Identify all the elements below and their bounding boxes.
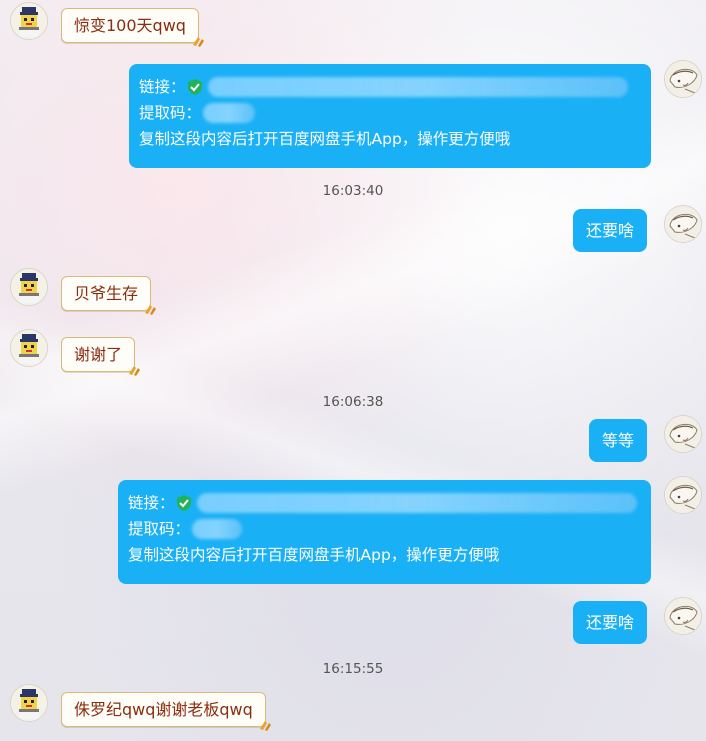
contact-avatar[interactable]	[10, 329, 48, 367]
message-bubble-incoming[interactable]: 惊变100天qwq	[61, 8, 204, 47]
message-text: 惊变100天qwq	[74, 16, 186, 35]
message-bubble-incoming[interactable]: 侏罗纪qwq谢谢老板qwq	[61, 692, 271, 731]
redacted-link	[207, 77, 628, 97]
paw-decoration-icon	[129, 366, 141, 376]
contact-avatar[interactable]	[10, 2, 48, 40]
code-label: 提取码：	[139, 103, 202, 122]
message-bubble-outgoing-share[interactable]: 链接： 提取码： 复制这段内容后打开百度网盘手机App，操作更方便哦	[118, 480, 651, 584]
sketch-character-avatar-icon	[665, 477, 701, 513]
share-hint-row: 复制这段内容后打开百度网盘手机App，操作更方便哦	[139, 126, 641, 152]
self-avatar[interactable]	[664, 205, 702, 243]
share-code-row: 提取码：	[139, 100, 641, 126]
message-text: 谢谢了	[74, 345, 123, 364]
link-label: 链接：	[139, 77, 186, 96]
pixel-character-avatar-icon	[11, 685, 47, 721]
sketch-character-avatar-icon	[665, 61, 701, 97]
paw-decoration-icon	[259, 721, 271, 731]
self-avatar[interactable]	[664, 60, 702, 98]
pixel-character-avatar-icon	[11, 269, 47, 305]
pixel-character-avatar-icon	[11, 3, 47, 39]
share-hint: 复制这段内容后打开百度网盘手机App，操作更方便哦	[128, 545, 500, 564]
message-text: 等等	[602, 431, 635, 450]
link-label: 链接：	[128, 493, 175, 512]
message-text: 贝爷生存	[74, 284, 139, 303]
paw-decoration-icon	[145, 305, 157, 315]
redacted-code	[192, 519, 243, 539]
code-label: 提取码：	[128, 519, 191, 538]
timestamp: 16:03:40	[322, 183, 384, 199]
redacted-code	[203, 103, 256, 123]
message-bubble-incoming[interactable]: 贝爷生存	[61, 276, 157, 315]
share-code-row: 提取码：	[128, 516, 641, 542]
check-shield-icon	[187, 79, 202, 95]
timestamp: 16:15:55	[322, 661, 384, 677]
self-avatar[interactable]	[664, 597, 702, 635]
message-text: 还要啥	[586, 221, 635, 240]
sketch-character-avatar-icon	[665, 416, 701, 452]
message-bubble-incoming[interactable]: 谢谢了	[61, 337, 141, 376]
self-avatar[interactable]	[664, 476, 702, 514]
message-text: 还要啥	[586, 613, 635, 632]
share-hint: 复制这段内容后打开百度网盘手机App，操作更方便哦	[139, 129, 511, 148]
message-bubble-outgoing[interactable]: 还要啥	[573, 601, 648, 644]
message-bubble-outgoing[interactable]: 等等	[589, 419, 648, 462]
check-shield-icon	[176, 495, 191, 511]
paw-decoration-icon	[192, 37, 204, 47]
sketch-character-avatar-icon	[665, 598, 701, 634]
self-avatar[interactable]	[664, 415, 702, 453]
share-link-row: 链接：	[139, 74, 641, 100]
message-bubble-outgoing[interactable]: 还要啥	[573, 209, 648, 252]
redacted-link	[196, 493, 637, 513]
timestamp: 16:06:38	[322, 394, 384, 410]
message-text: 侏罗纪qwq谢谢老板qwq	[74, 700, 253, 719]
contact-avatar[interactable]	[10, 268, 48, 306]
contact-avatar[interactable]	[10, 684, 48, 722]
sketch-character-avatar-icon	[665, 206, 701, 242]
pixel-character-avatar-icon	[11, 330, 47, 366]
share-hint-row: 复制这段内容后打开百度网盘手机App，操作更方便哦	[128, 542, 641, 568]
share-link-row: 链接：	[128, 490, 641, 516]
message-bubble-outgoing-share[interactable]: 链接： 提取码： 复制这段内容后打开百度网盘手机App，操作更方便哦	[129, 64, 651, 168]
